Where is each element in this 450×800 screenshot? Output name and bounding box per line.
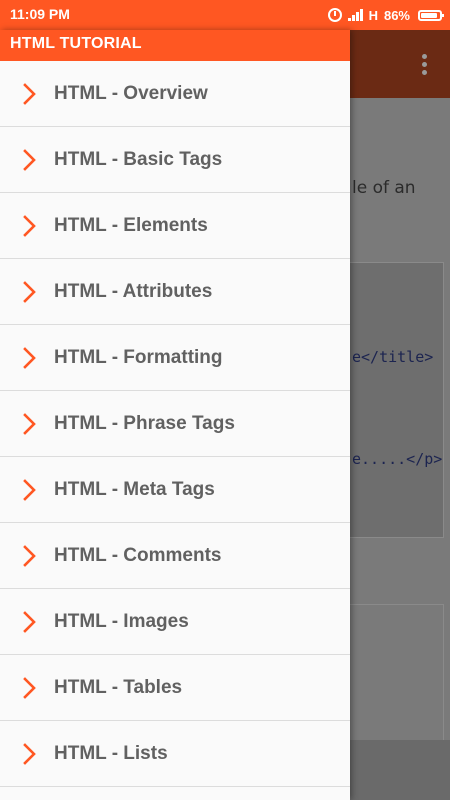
more-vert-icon[interactable] (422, 54, 428, 76)
chevron-right-icon (23, 215, 36, 237)
drawer-item-label: HTML - Lists (54, 743, 168, 764)
drawer-item-attributes[interactable]: HTML - Attributes (0, 259, 350, 325)
drawer-header: HTML TUTORIAL (0, 30, 350, 61)
drawer-item-lists[interactable]: HTML - Lists (0, 721, 350, 787)
background-code-line: e.....</p> (352, 450, 443, 468)
drawer-item-label: HTML - Overview (54, 83, 208, 104)
chevron-right-icon (23, 281, 36, 303)
drawer-item-tables[interactable]: HTML - Tables (0, 655, 350, 721)
chevron-right-icon (23, 545, 36, 567)
drawer-item-label: HTML - Images (54, 611, 189, 632)
drawer-item-label: HTML - Tables (54, 677, 183, 698)
drawer-item-meta-tags[interactable]: HTML - Meta Tags (0, 457, 350, 523)
chevron-right-icon (23, 149, 36, 171)
drawer-item-images[interactable]: HTML - Images (0, 589, 350, 655)
status-bar: 11:09 PM H 86% (0, 0, 450, 30)
drawer-list: HTML - Overview HTML - Basic Tags HTML -… (0, 61, 350, 787)
signal-icon (347, 9, 363, 21)
chevron-right-icon (23, 347, 36, 369)
status-time: 11:09 PM (10, 6, 70, 22)
drawer-item-label: HTML - Phrase Tags (54, 413, 235, 434)
navigation-drawer: HTML TUTORIAL HTML - Overview HTML - Bas… (0, 30, 350, 800)
drawer-item-label: HTML - Elements (54, 215, 208, 236)
network-type: H (368, 7, 378, 23)
drawer-item-label: HTML - Basic Tags (54, 149, 223, 170)
chevron-right-icon (23, 677, 36, 699)
drawer-item-phrase-tags[interactable]: HTML - Phrase Tags (0, 391, 350, 457)
background-code-line: e</title> (352, 348, 434, 366)
chevron-right-icon (23, 479, 36, 501)
drawer-item-basic-tags[interactable]: HTML - Basic Tags (0, 127, 350, 193)
drawer-item-label: HTML - Comments (54, 545, 222, 566)
background-text: le of an (352, 178, 416, 198)
drawer-item-overview[interactable]: HTML - Overview (0, 61, 350, 127)
drawer-item-label: HTML - Attributes (54, 281, 213, 302)
drawer-title: HTML TUTORIAL (10, 35, 142, 52)
drawer-item-comments[interactable]: HTML - Comments (0, 523, 350, 589)
chevron-right-icon (23, 83, 36, 105)
chevron-right-icon (23, 611, 36, 633)
drawer-item-label: HTML - Formatting (54, 347, 223, 368)
chevron-right-icon (23, 413, 36, 435)
drawer-item-elements[interactable]: HTML - Elements (0, 193, 350, 259)
screen: le of an e</title> e.....</p> 11:09 PM H… (0, 0, 450, 800)
drawer-item-label: HTML - Meta Tags (54, 479, 215, 500)
battery-icon (418, 9, 444, 21)
status-indicators: H 86% (327, 5, 444, 25)
battery-percent: 86% (383, 7, 410, 23)
chevron-right-icon (23, 743, 36, 765)
alarm-icon (327, 8, 342, 22)
drawer-item-formatting[interactable]: HTML - Formatting (0, 325, 350, 391)
